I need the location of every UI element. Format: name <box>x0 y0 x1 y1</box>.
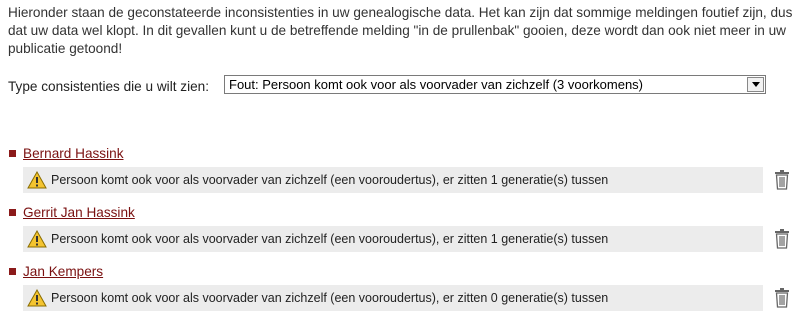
inconsistency-type-select[interactable]: Fout: Persoon komt ook voor als voorvade… <box>224 75 766 94</box>
chevron-down-icon[interactable] <box>747 77 764 92</box>
filter-row: Type consistenties die u wilt zien: <box>8 76 209 96</box>
bullet-icon <box>9 149 16 157</box>
inconsistency-message: Persoon komt ook voor als voorvader van … <box>23 167 763 193</box>
inconsistency-message: Persoon komt ook voor als voorvader van … <box>23 285 763 311</box>
trash-icon[interactable] <box>774 170 790 190</box>
person-link[interactable]: Jan Kempers <box>23 264 103 279</box>
bullet-icon <box>9 267 16 275</box>
warning-icon <box>27 230 47 248</box>
inconsistency-message: Persoon komt ook voor als voorvader van … <box>23 226 763 252</box>
warning-icon <box>27 289 47 307</box>
select-value: Fout: Persoon komt ook voor als voorvade… <box>229 77 644 92</box>
message-text: Persoon komt ook voor als voorvader van … <box>51 291 609 305</box>
list-item-person: Gerrit Jan Hassink <box>9 203 135 221</box>
trash-icon[interactable] <box>774 288 790 308</box>
warning-icon <box>27 171 47 189</box>
person-link[interactable]: Gerrit Jan Hassink <box>23 205 135 220</box>
trash-icon[interactable] <box>774 229 790 249</box>
message-text: Persoon komt ook voor als voorvader van … <box>51 232 609 246</box>
person-link[interactable]: Bernard Hassink <box>23 146 124 161</box>
filter-label: Type consistenties die u wilt zien: <box>8 78 209 94</box>
list-item-person: Jan Kempers <box>9 262 103 280</box>
list-item-person: Bernard Hassink <box>9 144 124 162</box>
message-text: Persoon komt ook voor als voorvader van … <box>51 173 609 187</box>
bullet-icon <box>9 208 16 216</box>
intro-text: Hieronder staan de geconstateerde incons… <box>8 5 793 56</box>
